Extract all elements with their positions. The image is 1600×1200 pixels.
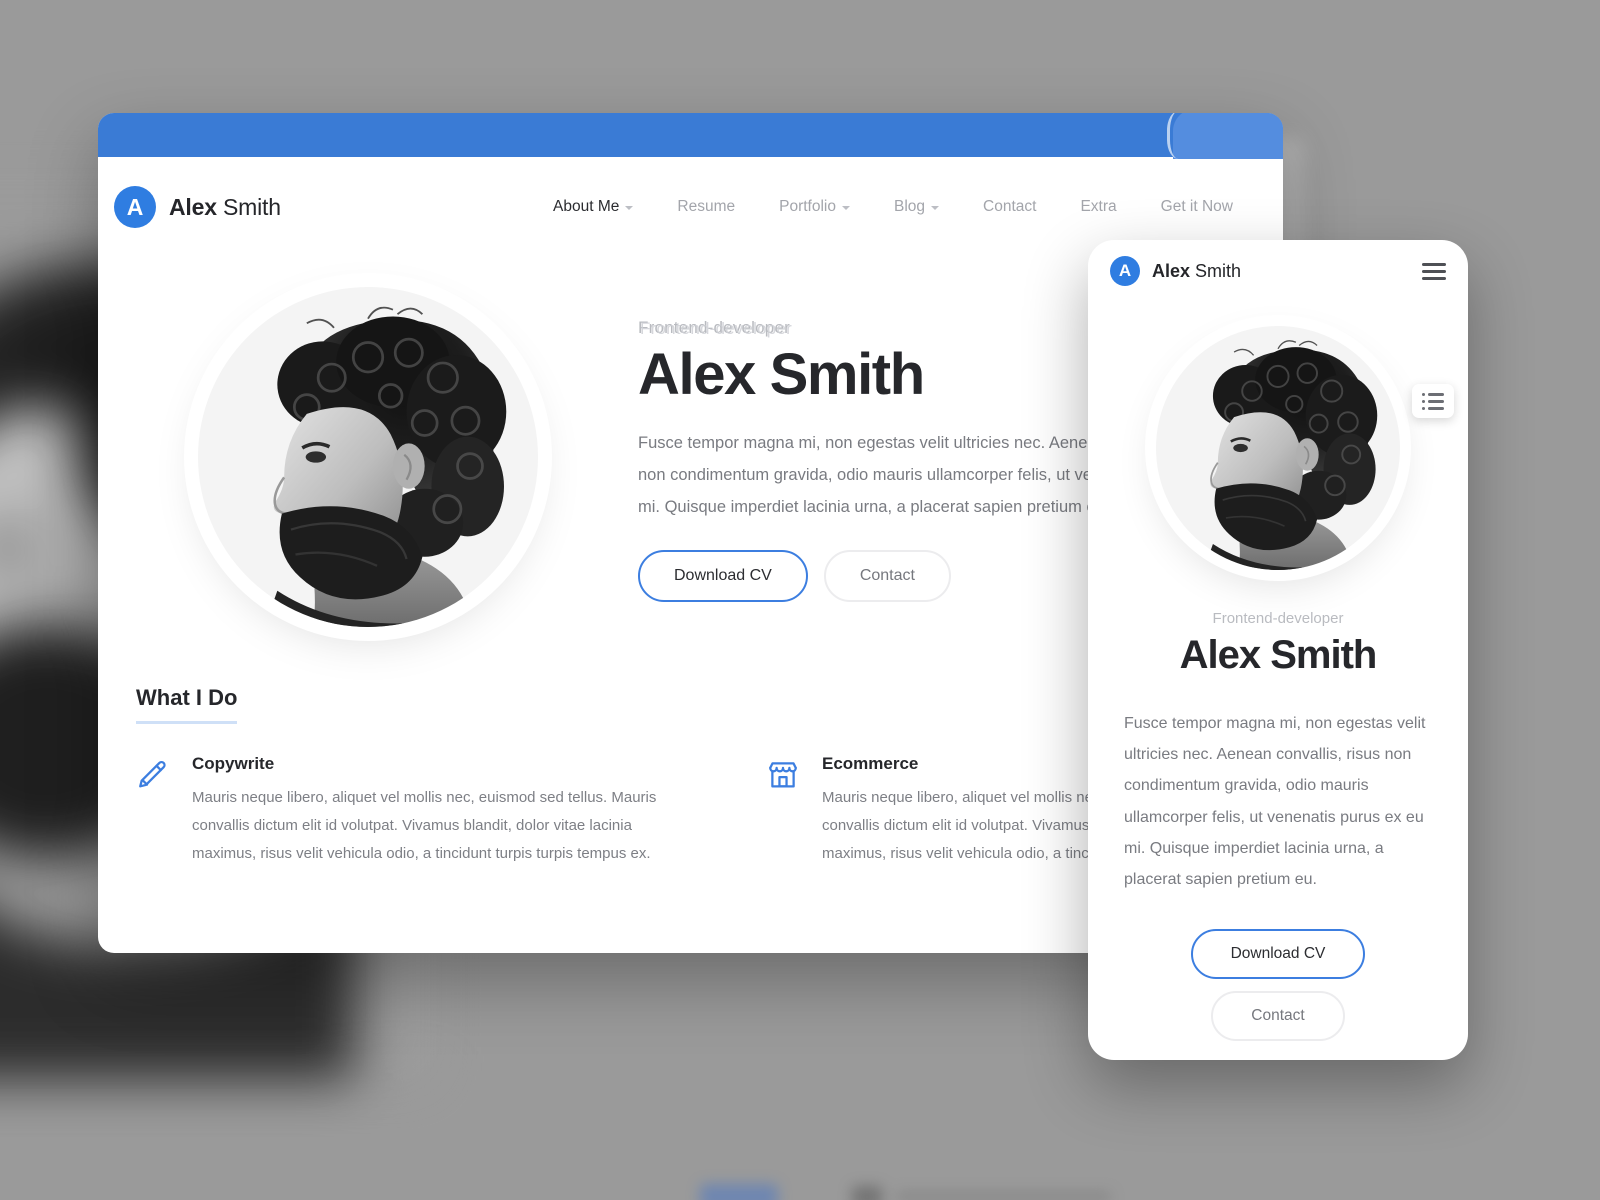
nav-label-resume: Resume <box>677 198 736 215</box>
nav-item-portfolio[interactable]: Portfolio <box>757 188 872 226</box>
hamburger-line <box>1422 276 1446 280</box>
brand-logo[interactable]: A Alex Smith <box>114 186 281 228</box>
browser-tab-overlay[interactable] <box>1167 113 1283 159</box>
list-icon <box>1422 393 1444 410</box>
nav-label-blog: Blog <box>894 198 926 215</box>
ghost-blue-chip <box>700 1184 778 1200</box>
mobile-portrait-photo <box>1156 326 1400 570</box>
ghost-gray-line <box>896 1192 1111 1200</box>
mobile-download-cv-button[interactable]: Download CV <box>1190 929 1366 980</box>
list-row <box>1422 393 1444 396</box>
brand-first-name: Alex <box>169 193 217 220</box>
main-navigation: About Me Resume Portfolio Blog Contact E… <box>531 188 1255 226</box>
service-description: Mauris neque libero, aliquet vel mollis … <box>192 789 657 862</box>
nav-label-extra: Extra <box>1080 198 1117 215</box>
background-ghost-window <box>700 1166 1120 1200</box>
nav-item-extra[interactable]: Extra <box>1058 188 1138 226</box>
ghost-gray-chip <box>852 1186 882 1200</box>
what-i-do-title: What I Do <box>136 685 238 724</box>
download-cv-button[interactable]: Download CV <box>638 549 808 602</box>
mobile-hero-buttons: Download CV Contact <box>1088 929 1468 1042</box>
pencil-icon <box>136 754 174 867</box>
chevron-down-icon <box>625 206 634 210</box>
nav-label-portfolio: Portfolio <box>779 198 836 215</box>
service-item: Copywrite Mauris neque libero, aliquet v… <box>136 754 696 867</box>
hamburger-line <box>1422 269 1446 273</box>
nav-label-about-me: About Me <box>553 198 620 215</box>
mobile-brand-last-name: Smith <box>1195 260 1242 281</box>
mobile-hero-role: Frontend-developer <box>1212 610 1344 627</box>
mobile-brand-first-name: Alex <box>1152 260 1191 281</box>
mobile-contact-button[interactable]: Contact <box>1211 991 1345 1042</box>
mobile-header: A Alex Smith <box>1088 240 1468 302</box>
list-row <box>1422 407 1444 410</box>
nav-label-contact: Contact <box>983 198 1037 215</box>
mobile-hero-name: Alex Smith <box>1179 633 1378 677</box>
hero-portrait-photo <box>198 287 538 627</box>
mobile-hero-section: Frontend-developer Alex Smith Fusce temp… <box>1088 302 1468 1042</box>
list-row <box>1422 400 1444 403</box>
nav-label-get-it-now: Get it Now <box>1160 198 1233 215</box>
service-title: Copywrite <box>192 754 275 773</box>
nav-item-resume[interactable]: Resume <box>655 188 757 226</box>
hero-photo-column <box>98 287 638 627</box>
list-icon-button[interactable] <box>1412 384 1454 418</box>
contact-button[interactable]: Contact <box>823 549 951 602</box>
nav-item-contact[interactable]: Contact <box>961 188 1058 226</box>
brand-name: Alex Smith <box>169 194 281 221</box>
chevron-down-icon <box>842 206 850 210</box>
mobile-hero-description: Fusce tempor magna mi, non egestas velit… <box>1124 715 1426 888</box>
mobile-brand-initial-badge: A <box>1110 256 1140 286</box>
nav-item-blog[interactable]: Blog <box>872 188 961 226</box>
storefront-icon <box>766 754 804 867</box>
browser-title-bar <box>98 113 1283 159</box>
brand-initial-badge: A <box>114 186 156 228</box>
hero-role-ghost: Frontend-developer <box>640 319 792 339</box>
nav-item-about-me[interactable]: About Me <box>531 188 655 226</box>
brand-last-name: Smith <box>223 193 281 220</box>
hamburger-icon[interactable] <box>1422 262 1446 280</box>
mobile-brand-name: Alex Smith <box>1152 261 1241 282</box>
chevron-down-icon <box>931 206 940 210</box>
hamburger-line <box>1422 262 1446 266</box>
mobile-device-mockup: A Alex Smith Frontend-developer Alex Smi… <box>1088 240 1468 1060</box>
service-text: Copywrite Mauris neque libero, aliquet v… <box>192 754 696 867</box>
nav-item-get-it-now[interactable]: Get it Now <box>1139 188 1255 226</box>
